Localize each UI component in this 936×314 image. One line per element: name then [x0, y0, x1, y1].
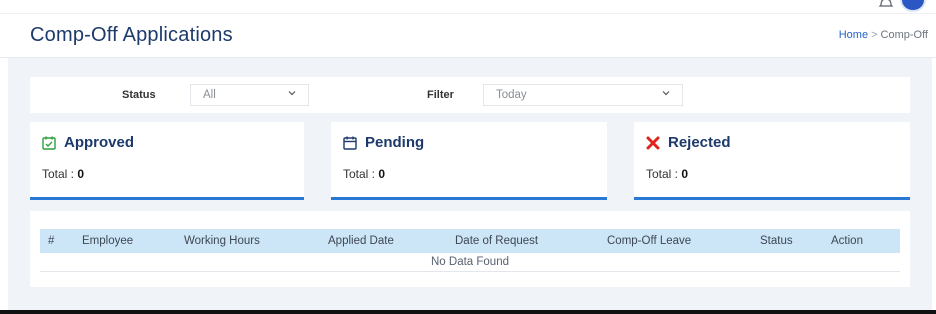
- column-header-applied-date[interactable]: Applied Date: [328, 235, 394, 247]
- top-navbar: [0, 0, 936, 14]
- table-empty-row: No Data Found: [40, 253, 900, 272]
- bell-icon[interactable]: [878, 0, 894, 10]
- filter-bar: Status All Filter Today: [30, 77, 910, 113]
- date-filter-select-value: Today: [496, 89, 527, 101]
- close-x-icon: [646, 136, 660, 149]
- chevron-down-icon: [662, 91, 670, 96]
- approved-total-value: 0: [77, 167, 85, 181]
- column-header-action[interactable]: Action: [831, 235, 863, 247]
- chevron-down-icon: [288, 91, 296, 96]
- pending-card-title: Pending: [343, 134, 424, 151]
- approved-card[interactable]: Approved Total : 0: [30, 122, 304, 200]
- date-filter-label: Filter: [427, 89, 454, 101]
- page-header: Comp-Off Applications Home > Comp-Off: [0, 15, 936, 58]
- bottom-divider: [0, 310, 936, 314]
- status-select[interactable]: All: [190, 84, 309, 106]
- pending-card[interactable]: Pending Total : 0: [331, 122, 607, 200]
- status-select-value: All: [203, 89, 216, 101]
- rejected-card-title: Rejected: [646, 134, 731, 151]
- pending-total: Total : 0: [343, 167, 385, 181]
- approved-card-title: Approved: [42, 134, 134, 151]
- rejected-total: Total : 0: [646, 167, 688, 181]
- rejected-card[interactable]: Rejected Total : 0: [634, 122, 910, 200]
- approved-total: Total : 0: [42, 167, 84, 181]
- pending-total-label: Total :: [343, 167, 376, 181]
- rejected-total-value: 0: [681, 167, 689, 181]
- rejected-total-label: Total :: [646, 167, 679, 181]
- breadcrumb-home-link[interactable]: Home: [839, 29, 868, 41]
- column-header-index[interactable]: #: [48, 235, 54, 247]
- approved-label: Approved: [64, 134, 135, 151]
- column-header-status[interactable]: Status: [760, 235, 793, 247]
- main-content: Status All Filter Today Approved Total :…: [8, 58, 932, 310]
- status-filter-label: Status: [122, 89, 156, 101]
- table-header-row: # Employee Working Hours Applied Date Da…: [40, 229, 900, 253]
- comp-off-table: # Employee Working Hours Applied Date Da…: [30, 211, 910, 287]
- rejected-label: Rejected: [668, 134, 731, 151]
- pending-label: Pending: [365, 134, 425, 151]
- page-title: Comp-Off Applications: [30, 24, 233, 46]
- column-header-comp-off-leave[interactable]: Comp-Off Leave: [607, 235, 691, 247]
- calendar-check-icon: [42, 136, 56, 150]
- breadcrumb-current: Comp-Off: [880, 29, 928, 41]
- column-header-working-hours[interactable]: Working Hours: [184, 235, 260, 247]
- approved-total-label: Total :: [42, 167, 75, 181]
- pending-total-value: 0: [378, 167, 386, 181]
- calendar-icon: [343, 136, 357, 150]
- column-header-employee[interactable]: Employee: [82, 235, 133, 247]
- avatar[interactable]: [900, 0, 926, 12]
- breadcrumb-separator: >: [871, 29, 878, 41]
- breadcrumb: Home > Comp-Off: [839, 29, 928, 41]
- date-filter-select[interactable]: Today: [483, 84, 683, 106]
- column-header-date-of-request[interactable]: Date of Request: [455, 235, 538, 247]
